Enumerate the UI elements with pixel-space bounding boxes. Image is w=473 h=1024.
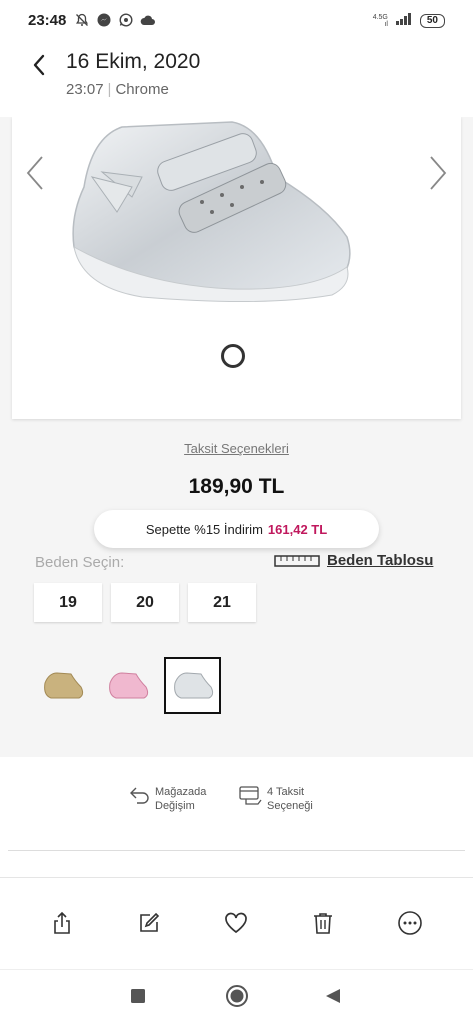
installment-feature[interactable]: 4 Taksit Seçeneği: [238, 785, 313, 813]
whatsapp-icon: [118, 12, 134, 28]
discount-badge: Sepette %15 İndirim 161,42 TL: [94, 510, 379, 548]
feature-label: Mağazada: [155, 786, 207, 798]
home-button[interactable]: [225, 984, 249, 1008]
size-option[interactable]: 21: [188, 583, 256, 622]
favorite-button[interactable]: [221, 908, 251, 938]
ruler-icon: [274, 554, 320, 567]
pink-shoe-thumbnail: [108, 671, 148, 698]
back-icon: [326, 989, 340, 1003]
notification-icons: [74, 12, 156, 28]
delete-button[interactable]: [308, 908, 338, 938]
discount-text: Sepette %15 İndirim: [145, 521, 263, 537]
product-price: 189,90 TL: [188, 475, 285, 498]
store-exchange-feature[interactable]: Mağazada Değişim: [128, 785, 206, 813]
history-date: 16 Ekim, 2020: [66, 50, 201, 73]
history-header: 16 Ekim, 2020 23:07 | Chrome: [0, 42, 473, 117]
status-time: 23:48: [28, 12, 67, 29]
back-nav-button[interactable]: [321, 984, 345, 1008]
discount-price: 161,42 TL: [267, 521, 328, 537]
gold-shoe-thumbnail: [43, 671, 83, 698]
return-arrow-icon: [130, 787, 149, 804]
history-time: 23:07: [66, 81, 104, 98]
product-image: [72, 121, 351, 303]
card-hand-icon: [239, 786, 262, 805]
silver-shoe-thumbnail: [173, 671, 213, 698]
feature-label: 4 Taksit: [267, 786, 305, 798]
system-nav-bar: [0, 969, 473, 1024]
size-option[interactable]: 19: [34, 583, 102, 622]
feature-label: Değişim: [155, 800, 195, 812]
messenger-icon: [96, 12, 112, 28]
product-page: Taksit Seçenekleri 189,90 TL Sepette %15…: [0, 117, 473, 877]
size-table-link[interactable]: Beden Tablosu: [274, 552, 433, 569]
carousel-prev-button[interactable]: [20, 153, 50, 193]
chevron-left-icon: [26, 156, 43, 190]
features-section: Mağazada Değişim 4 Taksit Seçeneği: [0, 757, 473, 877]
size-option[interactable]: 20: [111, 583, 179, 622]
divider: [8, 850, 465, 851]
history-meta: 23:07 | Chrome: [66, 81, 169, 98]
status-bar: 23:48 4.5G ıl 50: [0, 0, 473, 42]
history-app: Chrome: [115, 81, 169, 98]
cloud-icon: [140, 12, 156, 28]
feature-label: Seçeneği: [267, 800, 313, 812]
recent-apps-icon: [131, 989, 145, 1003]
heart-icon: [225, 912, 247, 934]
share-button[interactable]: [47, 908, 77, 938]
chevron-right-icon: [430, 156, 447, 190]
edit-button[interactable]: [134, 908, 164, 938]
network-label: 4.5G ıl: [372, 14, 388, 28]
size-label: Beden Seçin:: [35, 554, 125, 571]
battery-indicator: 50: [419, 14, 445, 28]
size-table-label: Beden Tablosu: [327, 552, 434, 569]
color-swatches: [34, 657, 221, 714]
recent-apps-button[interactable]: [126, 984, 150, 1008]
swatch-silver[interactable]: [164, 657, 221, 714]
signal-icon: [395, 12, 412, 30]
installment-options-link[interactable]: Taksit Seçenekleri: [0, 441, 473, 456]
share-icon: [54, 911, 70, 934]
chevron-left-icon: [33, 54, 45, 76]
swatch-pink[interactable]: [99, 657, 156, 714]
home-icon: [226, 985, 248, 1007]
swatch-gold[interactable]: [34, 657, 91, 714]
carousel-next-button[interactable]: [423, 153, 453, 193]
more-button[interactable]: [395, 908, 425, 938]
bell-off-icon: [74, 12, 90, 28]
trash-icon: [314, 913, 332, 934]
browser-toolbar: [0, 877, 473, 969]
more-icon: [398, 911, 422, 935]
size-options: 19 20 21: [34, 583, 256, 622]
edit-icon: [140, 912, 160, 932]
carousel-dot[interactable]: [221, 344, 245, 368]
back-button[interactable]: [24, 50, 54, 80]
product-image-carousel[interactable]: [12, 117, 461, 419]
